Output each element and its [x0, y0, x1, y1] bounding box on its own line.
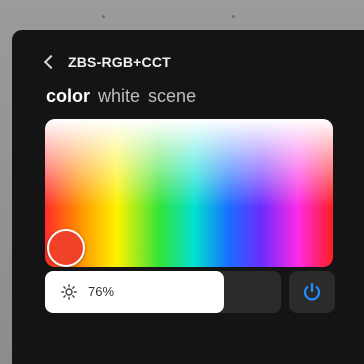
chevron-left-icon[interactable]: [43, 54, 59, 70]
power-button[interactable]: [289, 271, 335, 313]
tab-white[interactable]: white: [98, 86, 140, 107]
power-icon: [303, 282, 321, 301]
color-picker-handle[interactable]: [47, 229, 85, 267]
brightness-value: 76%: [88, 284, 115, 299]
tab-scene[interactable]: scene: [148, 86, 196, 107]
header: ZBS-RGB+CCT: [43, 50, 171, 74]
page-title: ZBS-RGB+CCT: [68, 54, 171, 70]
sun-icon: [61, 284, 77, 300]
sensor-dot: [102, 15, 105, 18]
brightness-slider[interactable]: 76%: [45, 271, 281, 313]
tab-color[interactable]: color: [46, 86, 90, 107]
device-screen: ZBS-RGB+CCT color white scene 76%: [12, 30, 364, 364]
mode-tabs: color white scene: [46, 86, 196, 107]
sensor-dot: [232, 15, 235, 18]
color-picker[interactable]: [45, 119, 333, 267]
